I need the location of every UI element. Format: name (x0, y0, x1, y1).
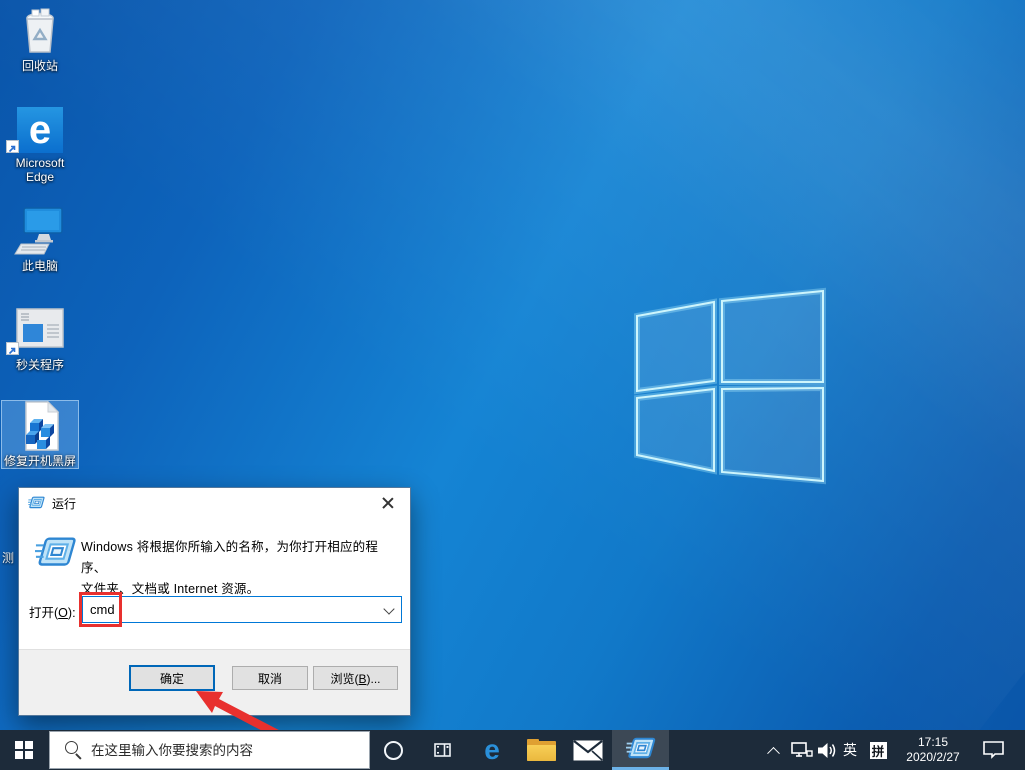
tray-show-hidden-icons-button[interactable] (762, 730, 784, 770)
mail-button[interactable] (566, 730, 610, 770)
action-center-button[interactable] (980, 730, 1008, 770)
volume-tray-button[interactable] (815, 730, 841, 770)
cancel-button[interactable]: 取消 (232, 666, 308, 690)
cortana-button[interactable] (371, 730, 415, 770)
file-explorer-button[interactable] (519, 730, 563, 770)
run-command-combobox (82, 596, 402, 623)
open-label: 打开(O): (29, 606, 76, 620)
registry-file-icon (25, 401, 60, 451)
desktop-icon-label: Microsoft Edge (15, 156, 65, 184)
ime-mode-icon: 拼 (869, 741, 887, 759)
desktop-icon-registry-file[interactable]: 修复开机黑屏 (1, 400, 79, 469)
shortcut-arrow-icon (6, 342, 19, 355)
this-pc-icon (14, 207, 63, 255)
network-tray-button[interactable] (789, 730, 815, 770)
ime-mode-indicator[interactable]: 拼 (866, 730, 890, 770)
desktop-icon-label: 回收站 (21, 59, 58, 73)
chevron-down-icon[interactable] (383, 603, 395, 615)
taskbar: e (0, 730, 1025, 770)
run-dialog-icon (28, 496, 45, 509)
desktop-icon-microsoft-edge[interactable]: e Microsoft Edge (2, 103, 78, 184)
tray-date: 2020/2/27 (906, 750, 960, 764)
windows-start-icon (15, 741, 33, 759)
search-icon (63, 740, 83, 760)
run-dialog-footer: 确定 取消 浏览(B)... (19, 649, 410, 715)
app-window-icon (16, 308, 64, 348)
edge-taskbar-button[interactable]: e (470, 730, 514, 770)
taskbar-clock[interactable]: 17:15 2020/2/27 (893, 730, 973, 770)
close-button[interactable] (365, 488, 410, 518)
ok-button[interactable]: 确定 (129, 665, 215, 691)
annotation-highlight-box (79, 592, 122, 627)
notification-icon (983, 740, 1004, 759)
desktop-icon-label: 修复开机黑屏 (3, 454, 76, 468)
close-icon (382, 497, 394, 509)
run-icon (35, 537, 76, 566)
run-dialog-title: 运行 (52, 496, 77, 511)
volume-icon (818, 742, 836, 758)
chevron-up-icon (766, 746, 780, 760)
desktop-icon-recycle-bin[interactable]: 回收站 (2, 6, 78, 73)
windows-desktop: 回收站 e Microsoft Edge 此电脑 秒关程序 修复开机黑屏 测 运… (0, 0, 1025, 770)
run-icon (625, 737, 655, 758)
desktop-icon-label: 秒关程序 (15, 358, 64, 372)
desktop-icon-this-pc[interactable]: 此电脑 (2, 206, 78, 273)
hidden-desktop-icon-label: 测 (2, 551, 15, 565)
shortcut-arrow-icon (6, 140, 19, 153)
run-dialog: 运行 Windows 将根据你所输入的名称，为你打开相应的程序、 文件夹、文档或… (18, 487, 411, 716)
desktop-icon-app-shortcut[interactable]: 秒关程序 (2, 305, 78, 372)
task-view-button[interactable] (421, 730, 465, 770)
browse-button[interactable]: 浏览(B)... (313, 666, 398, 690)
recycle-bin-icon (26, 8, 54, 53)
network-icon (791, 741, 813, 757)
cortana-icon (383, 740, 403, 760)
mail-icon (573, 739, 603, 761)
run-dialog-titlebar[interactable]: 运行 (19, 488, 410, 518)
run-command-input[interactable] (83, 597, 379, 622)
taskbar-search-box[interactable] (49, 731, 370, 769)
windows-logo-wallpaper-icon (634, 287, 826, 485)
file-explorer-icon (526, 739, 556, 761)
run-dialog-taskbar-button[interactable] (612, 730, 669, 770)
tray-time: 17:15 (917, 735, 949, 749)
edge-icon: e (484, 734, 500, 765)
search-input[interactable] (91, 742, 351, 758)
desktop-icon-label: 此电脑 (21, 259, 58, 273)
edge-icon: e (17, 107, 63, 153)
task-view-icon (434, 743, 451, 757)
run-dialog-description: Windows 将根据你所输入的名称，为你打开相应的程序、 文件夹、文档或 In… (81, 540, 379, 596)
start-button[interactable] (0, 730, 48, 770)
language-indicator[interactable]: 英 (839, 730, 861, 770)
